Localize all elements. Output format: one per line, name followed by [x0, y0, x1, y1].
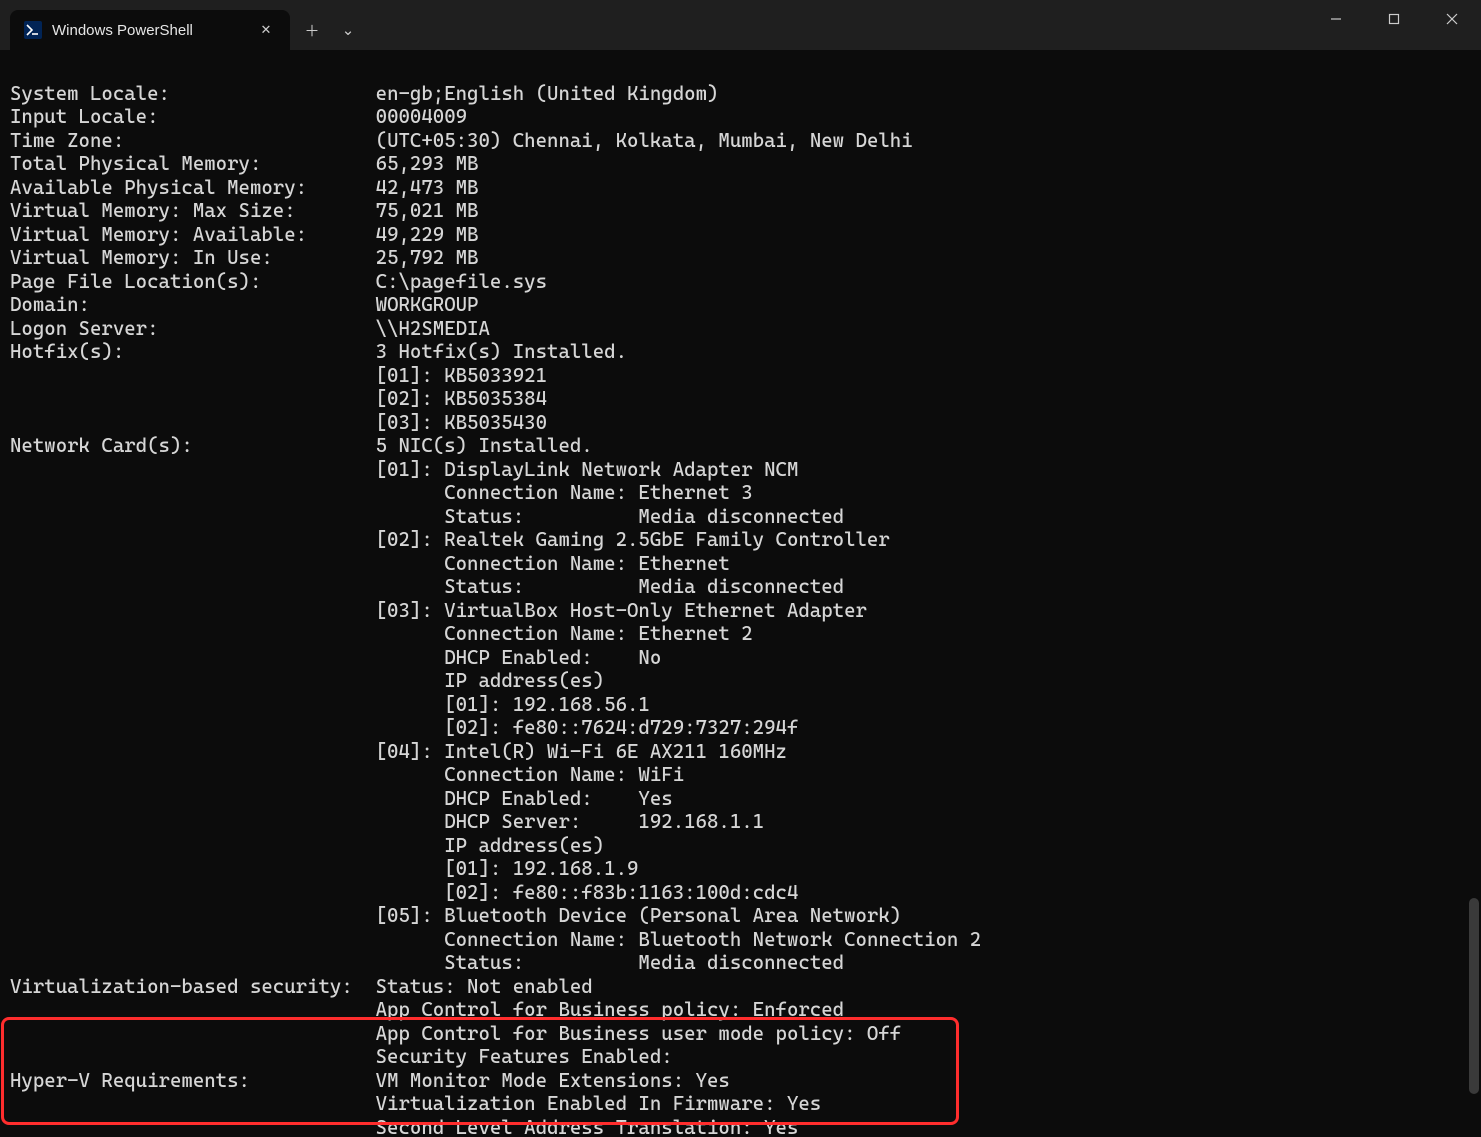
out-line: DHCP Enabled: Yes — [10, 787, 673, 810]
out-line: [04]: Intel(R) Wi-Fi 6E AX211 160MHz — [10, 740, 787, 763]
out-line: Second Level Address Translation: Yes — [10, 1116, 798, 1137]
out-line: Domain: WORKGROUP — [10, 293, 478, 316]
out-line: Input Locale: 00004009 — [10, 105, 467, 128]
out-line: Connection Name: Ethernet 3 — [10, 481, 753, 504]
out-line: Security Features Enabled: — [10, 1045, 673, 1068]
out-line: Connection Name: Bluetooth Network Conne… — [10, 928, 981, 951]
out-line: [05]: Bluetooth Device (Personal Area Ne… — [10, 904, 901, 927]
out-line: Status: Media disconnected — [10, 951, 844, 974]
out-line: [02]: fe80::7624:d729:7327:294f — [10, 716, 798, 739]
out-line: Total Physical Memory: 65,293 MB — [10, 152, 478, 175]
out-line: Status: Media disconnected — [10, 575, 844, 598]
out-line: Connection Name: WiFi — [10, 763, 684, 786]
out-line: Virtualization-based security: Status: N… — [10, 975, 593, 998]
out-line: Connection Name: Ethernet 2 — [10, 622, 753, 645]
out-line: [01]: KB5033921 — [10, 364, 547, 387]
tabs-area: Windows PowerShell ✕ ＋ ⌄ — [0, 0, 366, 50]
out-line: App Control for Business user mode polic… — [10, 1022, 901, 1045]
window-controls — [1307, 0, 1481, 50]
tab-title: Windows PowerShell — [52, 22, 246, 39]
out-line: Virtual Memory: Max Size: 75,021 MB — [10, 199, 478, 222]
out-line: [01]: 192.168.1.9 — [10, 857, 638, 880]
out-line: Network Card(s): 5 NIC(s) Installed. — [10, 434, 593, 457]
out-line: [03]: KB5035430 — [10, 411, 547, 434]
out-line: Page File Location(s): C:\pagefile.sys — [10, 270, 547, 293]
maximize-button[interactable] — [1365, 0, 1423, 38]
scrollbar[interactable] — [1465, 50, 1479, 1137]
out-line: [02]: Realtek Gaming 2.5GbE Family Contr… — [10, 528, 890, 551]
out-line: DHCP Enabled: No — [10, 646, 661, 669]
out-line: IP address(es) — [10, 834, 604, 857]
out-line: Hotfix(s): 3 Hotfix(s) Installed. — [10, 340, 627, 363]
tab-close-button[interactable]: ✕ — [256, 20, 276, 40]
new-tab-button[interactable]: ＋ — [294, 10, 330, 50]
out-line: [03]: VirtualBox Host-Only Ethernet Adap… — [10, 599, 867, 622]
terminal-output[interactable]: System Locale: en-gb;English (United Kin… — [0, 50, 1481, 1137]
out-line: Connection Name: Ethernet — [10, 552, 730, 575]
tab-dropdown-button[interactable]: ⌄ — [330, 10, 366, 50]
scrollbar-thumb[interactable] — [1469, 898, 1479, 1094]
out-line: IP address(es) — [10, 669, 604, 692]
out-line: [01]: 192.168.56.1 — [10, 693, 650, 716]
out-line: [02]: KB5035384 — [10, 387, 547, 410]
out-line: Hyper-V Requirements: VM Monitor Mode Ex… — [10, 1069, 730, 1092]
out-line: [01]: DisplayLink Network Adapter NCM — [10, 458, 798, 481]
out-line: Logon Server: \\H2SMEDIA — [10, 317, 490, 340]
powershell-icon — [24, 21, 42, 39]
out-line: App Control for Business policy: Enforce… — [10, 998, 844, 1021]
out-line: System Locale: en-gb;English (United Kin… — [10, 82, 718, 105]
out-line: Virtual Memory: Available: 49,229 MB — [10, 223, 478, 246]
out-line: Available Physical Memory: 42,473 MB — [10, 176, 478, 199]
out-line: Time Zone: (UTC+05:30) Chennai, Kolkata,… — [10, 129, 913, 152]
titlebar: Windows PowerShell ✕ ＋ ⌄ — [0, 0, 1481, 50]
close-window-button[interactable] — [1423, 0, 1481, 38]
out-line: Status: Media disconnected — [10, 505, 844, 528]
tab-powershell[interactable]: Windows PowerShell ✕ — [10, 10, 290, 50]
out-line: Virtualization Enabled In Firmware: Yes — [10, 1092, 821, 1115]
minimize-button[interactable] — [1307, 0, 1365, 38]
out-line: Virtual Memory: In Use: 25,792 MB — [10, 246, 478, 269]
out-line: DHCP Server: 192.168.1.1 — [10, 810, 764, 833]
out-line: [02]: fe80::f83b:1163:100d:cdc4 — [10, 881, 798, 904]
